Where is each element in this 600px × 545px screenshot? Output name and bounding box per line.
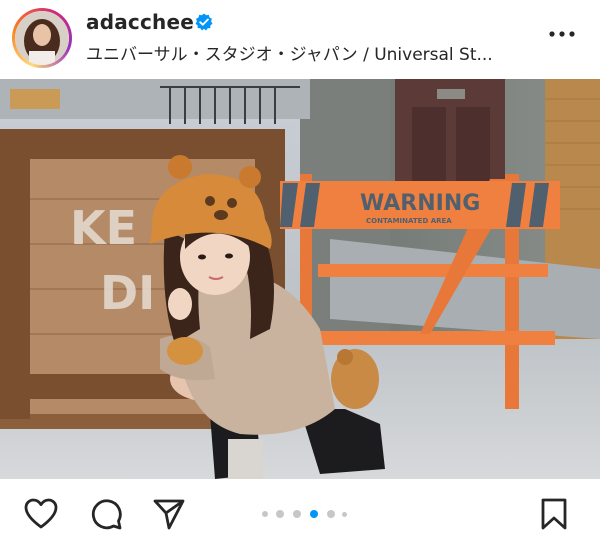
- crate-text-line2: DI: [100, 266, 155, 320]
- avatar[interactable]: [15, 11, 69, 65]
- photo-illustration: KE DI WARNING CONTAMINATED AREA: [0, 79, 600, 479]
- post-header: adacchee ユニバーサル・スタジオ・ジャパン / Universal St…: [0, 0, 600, 78]
- post-photo[interactable]: KE DI WARNING CONTAMINATED AREA: [0, 79, 600, 479]
- heart-icon[interactable]: [24, 498, 58, 530]
- paper-plane-icon[interactable]: [152, 498, 186, 530]
- more-horizontal-icon[interactable]: [548, 24, 576, 44]
- comment-bubble-icon[interactable]: [90, 498, 122, 530]
- location-link[interactable]: ユニバーサル・スタジオ・ジャパン / Universal St...: [86, 40, 516, 65]
- carousel-dot: [327, 510, 335, 518]
- carousel-dot-active: [310, 510, 318, 518]
- bookmark-icon[interactable]: [540, 498, 568, 530]
- carousel-dot: [262, 511, 268, 517]
- sign-sub-text: CONTAMINATED AREA: [366, 217, 452, 225]
- crate-text-line1: KE: [70, 201, 137, 255]
- username[interactable]: adacchee: [86, 10, 194, 34]
- sign-warning-text: WARNING: [360, 191, 480, 216]
- carousel-dot: [276, 510, 284, 518]
- carousel-dot: [342, 511, 347, 517]
- carousel-dot: [293, 510, 301, 518]
- verified-badge-icon: [195, 13, 213, 31]
- post-actions-bar: [0, 480, 600, 545]
- story-ring[interactable]: [12, 8, 72, 68]
